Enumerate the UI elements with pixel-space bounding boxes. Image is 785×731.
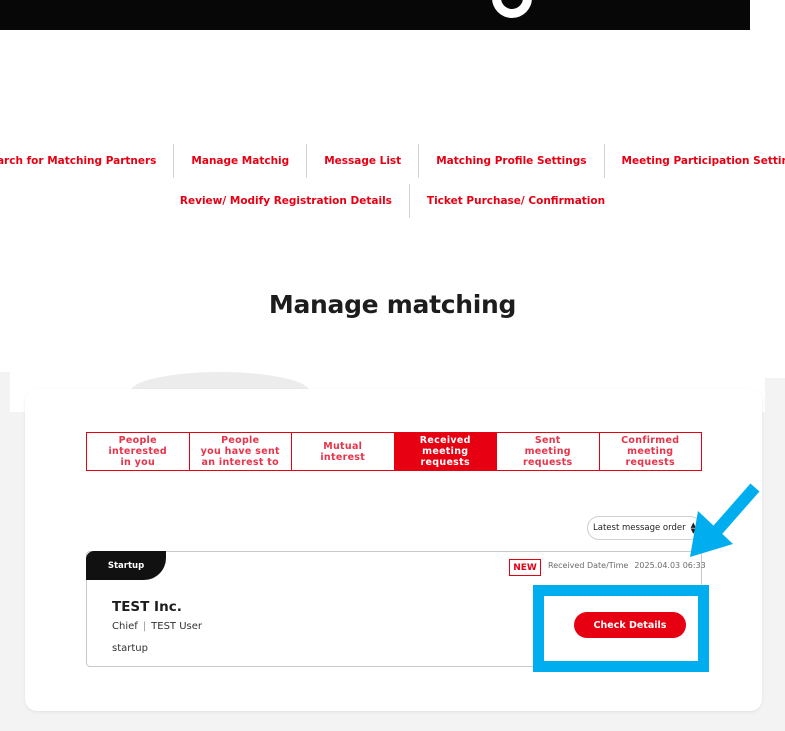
nav-ticket-purchase[interactable]: Ticket Purchase/ Confirmation xyxy=(408,184,622,218)
category-tag: Startup xyxy=(86,551,166,580)
annotation-arrow-icon xyxy=(690,483,760,557)
company-category: startup xyxy=(112,643,148,654)
new-badge: NEW xyxy=(509,559,541,576)
tab-mutual-interest[interactable]: Mutual interest xyxy=(291,433,394,470)
page-title: Manage matching xyxy=(268,290,517,319)
tab-sent-meeting-requests[interactable]: Sent meeting requests xyxy=(496,433,599,470)
separator: | xyxy=(142,621,147,632)
tab-received-meeting-requests[interactable]: Received meeting requests xyxy=(393,433,496,470)
top-header-band xyxy=(0,0,750,30)
received-label: Received Date/Time xyxy=(548,561,629,570)
tab-interested-in-you[interactable]: People interested in you xyxy=(87,433,189,470)
person-role: Chief xyxy=(112,621,138,632)
nav-manage-matching[interactable]: Manage Matchig xyxy=(173,144,306,178)
header-glyph xyxy=(492,0,532,18)
nav-row-2: Review/ Modify Registration Details Tick… xyxy=(0,183,785,219)
tab-confirmed-meeting-requests[interactable]: Confirmed meeting requests xyxy=(598,433,702,470)
annotation-highlight-box xyxy=(533,585,709,672)
tab-sent-interest[interactable]: People you have sent an interest to xyxy=(188,433,292,470)
contact-person: Chief | TEST User xyxy=(112,621,202,632)
matching-tabs: People interested in you People you have… xyxy=(86,432,702,471)
received-datetime: Received Date/Time 2025.04.03 06:33 xyxy=(548,561,706,570)
person-name: TEST User xyxy=(151,621,203,632)
nav-review-registration[interactable]: Review/ Modify Registration Details xyxy=(163,184,409,218)
main-nav: Search for Matching Partners Manage Matc… xyxy=(0,143,785,219)
nav-meeting-participation-settings[interactable]: Meeting Participation Settings xyxy=(603,144,785,178)
nav-matching-profile-settings[interactable]: Matching Profile Settings xyxy=(418,144,603,178)
nav-search-partners[interactable]: Search for Matching Partners xyxy=(0,144,173,178)
nav-row-1: Search for Matching Partners Manage Matc… xyxy=(0,143,785,179)
company-name: TEST Inc. xyxy=(112,599,182,615)
nav-message-list[interactable]: Message List xyxy=(306,144,418,178)
sort-order-value: Latest message order xyxy=(593,523,686,533)
sort-order-select[interactable]: Latest message order ▲ ▼ xyxy=(587,516,702,540)
